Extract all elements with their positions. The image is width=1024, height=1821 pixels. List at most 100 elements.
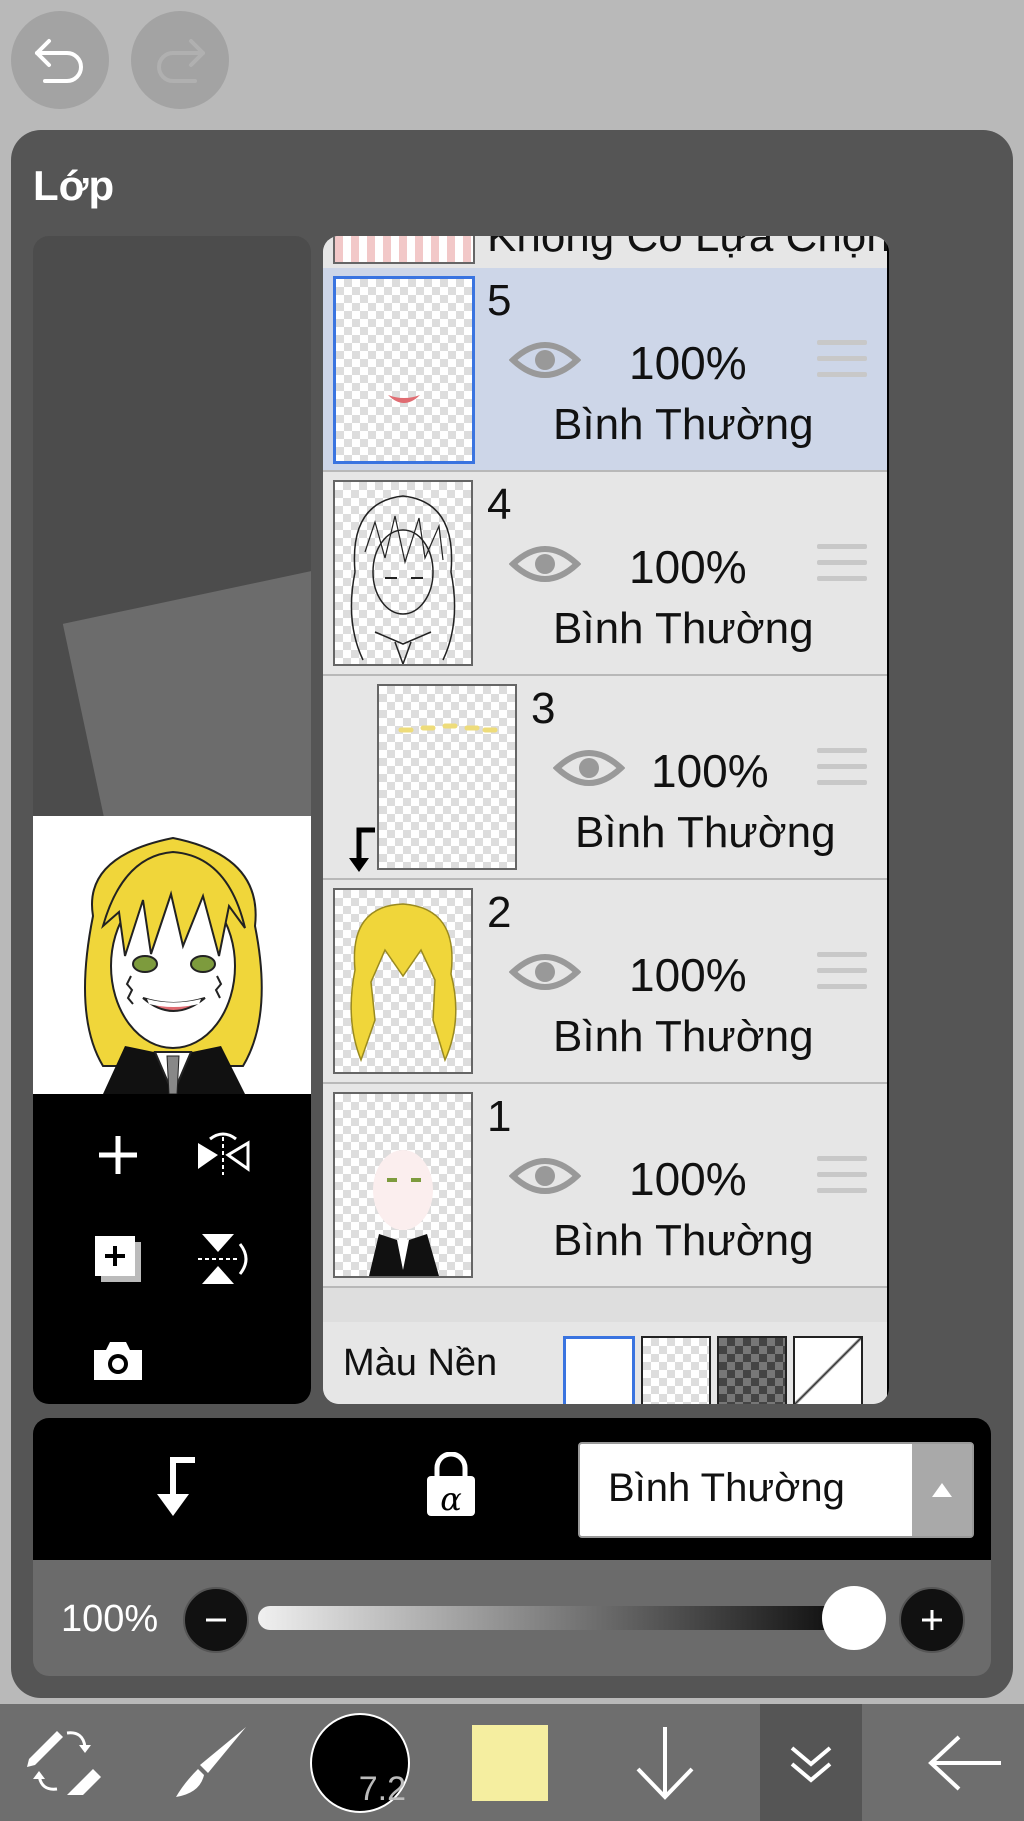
layer-2-thumbnail xyxy=(333,888,473,1074)
opacity-increase-button[interactable] xyxy=(899,1587,965,1653)
plus-icon xyxy=(922,1610,942,1630)
eye-icon[interactable] xyxy=(509,948,581,996)
layer-2-row[interactable]: 2 100% Bình Thường xyxy=(323,880,887,1084)
layer-opacity: 100% xyxy=(629,541,747,593)
duplicate-icon xyxy=(95,1236,141,1282)
layer-4-thumbnail xyxy=(333,480,473,666)
drag-handle-icon[interactable] xyxy=(817,340,867,384)
double-chevron-down-icon xyxy=(790,1745,832,1783)
drag-handle-icon[interactable] xyxy=(817,952,867,996)
alpha-lock-icon: α xyxy=(427,1451,475,1518)
layer-1-thumbnail xyxy=(333,1092,473,1278)
redo-icon xyxy=(157,39,205,83)
blend-mode-select[interactable]: Bình Thường xyxy=(578,1442,974,1538)
blend-mode-toggle[interactable] xyxy=(912,1444,972,1536)
drag-handle-icon[interactable] xyxy=(817,748,867,792)
transform-tool-button[interactable] xyxy=(18,1704,108,1821)
camera-icon xyxy=(94,1342,142,1380)
layer-3-thumbnail xyxy=(377,684,517,870)
clipping-icon xyxy=(157,1457,195,1516)
canvas-preview xyxy=(33,236,311,1404)
layer-number: 4 xyxy=(487,480,512,529)
layer-opacity: 100% xyxy=(651,745,769,797)
layer-5-row[interactable]: 5 100% Bình Thường xyxy=(323,268,887,472)
background-transparent-dark-swatch[interactable] xyxy=(717,1336,787,1404)
opacity-value: 100% xyxy=(61,1598,159,1640)
layer-number: 2 xyxy=(487,888,512,937)
arrow-left-icon xyxy=(928,1735,1001,1790)
flip-vertical-icon xyxy=(198,1234,248,1284)
background-label: Màu Nền xyxy=(343,1342,498,1384)
selection-layer-label: Không Có Lựa Chọn xyxy=(487,236,887,261)
brush-tool-button[interactable] xyxy=(165,1704,255,1821)
add-layer-button[interactable] xyxy=(83,1120,153,1190)
opacity-slider-thumb[interactable] xyxy=(822,1586,886,1650)
layer-opacity: 100% xyxy=(629,949,747,1001)
panel-title: Lớp xyxy=(33,162,115,209)
layer-side-toolbar: FX xyxy=(887,236,889,1404)
drag-handle-icon[interactable] xyxy=(817,544,867,588)
layer-number: 1 xyxy=(487,1092,512,1141)
preview-tools xyxy=(33,1094,311,1404)
pen-eraser-icon xyxy=(27,1730,101,1795)
brush-size-circle: 7.2 xyxy=(310,1712,410,1813)
camera-button[interactable] xyxy=(83,1326,153,1396)
blend-mode-value: Bình Thường xyxy=(608,1466,845,1510)
redo-button[interactable] xyxy=(131,11,229,109)
svg-text:α: α xyxy=(440,1480,462,1518)
layer-opacity: 100% xyxy=(629,1153,747,1205)
layer-blend-mode: Bình Thường xyxy=(553,1012,814,1061)
layer-5-thumbnail xyxy=(333,276,475,464)
character-image xyxy=(84,836,263,1097)
flip-horizontal-icon xyxy=(198,1132,250,1175)
layer-panel: Lớp Không Có Lựa Chọn 5 100% Bình Thường… xyxy=(11,130,1013,1698)
layer-list: Không Có Lựa Chọn 5 100% Bình Thường 4 1… xyxy=(323,236,889,1404)
undo-icon xyxy=(35,39,83,83)
blend-mode-bar: α Bình Thường xyxy=(33,1418,991,1560)
layer-number: 5 xyxy=(487,276,512,325)
flip-horizontal-button[interactable] xyxy=(188,1120,258,1190)
background-transparent-light-swatch[interactable] xyxy=(641,1336,711,1404)
eye-icon[interactable] xyxy=(509,336,581,384)
current-color-swatch xyxy=(472,1724,548,1801)
eye-icon[interactable] xyxy=(509,1152,581,1200)
character-thumbnail xyxy=(33,816,311,1097)
eye-icon[interactable] xyxy=(509,540,581,588)
brush-size-value: 7.2 xyxy=(358,1769,406,1808)
clipping-button[interactable] xyxy=(145,1454,201,1525)
layer-blend-mode: Bình Thường xyxy=(553,604,814,653)
alpha-lock-button[interactable]: α xyxy=(425,1451,477,1523)
layer-4-row[interactable]: 4 100% Bình Thường xyxy=(323,472,887,676)
layers-menu-button[interactable] xyxy=(760,1704,862,1821)
background-color-row: Màu Nền xyxy=(323,1322,887,1404)
arrow-down-icon xyxy=(636,1726,694,1800)
layer-blend-mode: Bình Thường xyxy=(553,1216,814,1265)
layer-opacity: 100% xyxy=(629,337,747,389)
opacity-bar: 100% xyxy=(33,1560,991,1676)
brush-size-button[interactable]: 7.2 xyxy=(310,1704,410,1821)
background-none-swatch[interactable] xyxy=(793,1336,863,1404)
eye-icon[interactable] xyxy=(553,744,625,792)
selection-layer[interactable]: Không Có Lựa Chọn xyxy=(323,236,887,270)
undo-button[interactable] xyxy=(11,11,109,109)
back-button[interactable] xyxy=(915,1704,1015,1821)
brush-icon xyxy=(176,1726,246,1797)
background-white-swatch[interactable] xyxy=(563,1336,635,1404)
plus-icon xyxy=(99,1136,137,1174)
layer-blend-mode: Bình Thường xyxy=(553,400,814,449)
layer-down-button[interactable] xyxy=(620,1704,710,1821)
layer-1-row[interactable]: 1 100% Bình Thường xyxy=(323,1084,887,1288)
layer-number: 3 xyxy=(531,684,556,733)
minus-icon xyxy=(206,1618,226,1622)
drag-handle-icon[interactable] xyxy=(817,1156,867,1200)
color-button[interactable] xyxy=(470,1704,550,1821)
triangle-up-icon xyxy=(932,1483,952,1497)
flip-vertical-button[interactable] xyxy=(188,1224,258,1294)
opacity-decrease-button[interactable] xyxy=(183,1587,249,1653)
layer-3-row[interactable]: 3 100% Bình Thường xyxy=(323,676,887,880)
clipping-arrow-icon xyxy=(349,827,375,872)
bottom-toolbar: 7.2 xyxy=(0,1704,1024,1821)
opacity-slider[interactable] xyxy=(258,1606,878,1630)
duplicate-layer-button[interactable] xyxy=(83,1224,153,1294)
layer-blend-mode: Bình Thường xyxy=(575,808,836,857)
